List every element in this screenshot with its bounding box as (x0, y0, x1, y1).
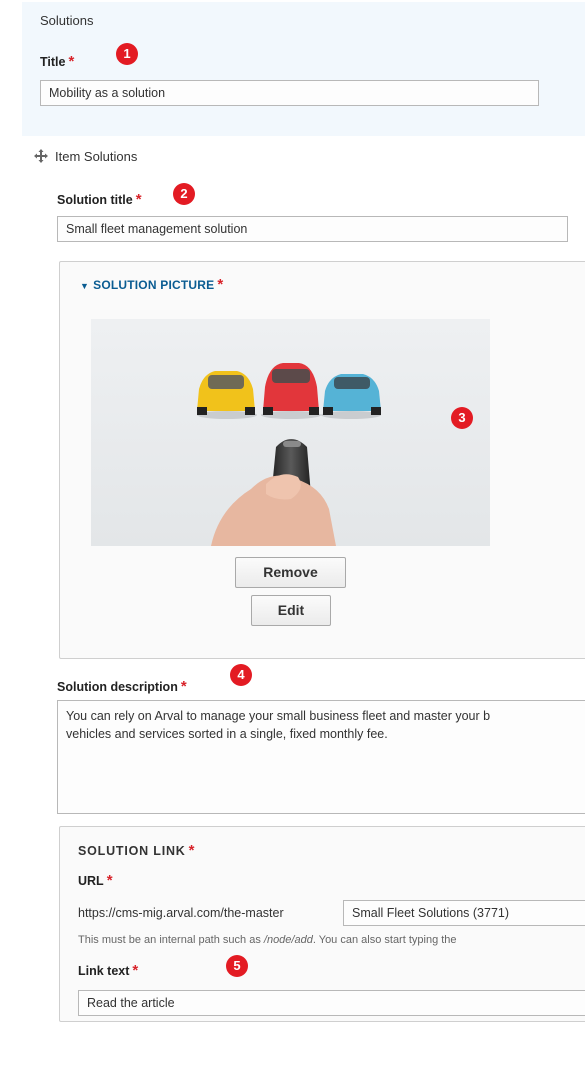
required-mark: * (132, 962, 139, 979)
marker-2: 2 (173, 183, 195, 205)
description-line-2: vehicles and services sorted in a single… (66, 727, 388, 741)
item-solutions-label: Item Solutions (55, 149, 138, 164)
move-icon (33, 149, 49, 167)
required-mark: * (217, 276, 224, 293)
solutions-panel (22, 2, 585, 136)
link-text-input[interactable]: Read the article (78, 990, 585, 1016)
url-prefix: https://cms-mig.arval.com/the-master (78, 906, 284, 920)
edit-button[interactable]: Edit (251, 595, 331, 626)
solution-picture-legend[interactable]: ▼ SOLUTION PICTURE * (80, 276, 224, 293)
marker-4: 4 (230, 664, 252, 686)
title-label: Title * (40, 53, 75, 70)
required-mark: * (68, 53, 75, 70)
required-mark: * (180, 678, 187, 695)
required-mark: * (106, 872, 113, 889)
marker-1: 1 (116, 43, 138, 65)
solution-description-label: Solution description * (57, 678, 187, 695)
remove-button[interactable]: Remove (235, 557, 346, 588)
marker-5: 5 (226, 955, 248, 977)
solution-description-textarea[interactable]: You can rely on Arval to manage your sma… (57, 700, 585, 814)
solutions-heading: Solutions (40, 13, 94, 28)
solution-picture-image (91, 319, 490, 546)
required-mark: * (188, 842, 196, 859)
url-label: URL * (78, 872, 113, 889)
triangle-down-icon: ▼ (80, 281, 90, 291)
required-mark: * (135, 191, 142, 208)
description-line-1: You can rely on Arval to manage your sma… (66, 709, 491, 723)
drag-handle[interactable] (33, 148, 49, 164)
url-input[interactable]: Small Fleet Solutions (3771) (343, 900, 585, 926)
url-help-text: This must be an internal path such as /n… (78, 934, 457, 946)
marker-3: 3 (451, 407, 473, 429)
link-text-label: Link text * (78, 962, 139, 979)
solution-title-label: Solution title * (57, 191, 142, 208)
solution-title-input[interactable]: Small fleet management solution (57, 216, 568, 242)
title-input[interactable]: Mobility as a solution (40, 80, 539, 106)
solution-link-legend: SOLUTION LINK * (78, 842, 196, 859)
